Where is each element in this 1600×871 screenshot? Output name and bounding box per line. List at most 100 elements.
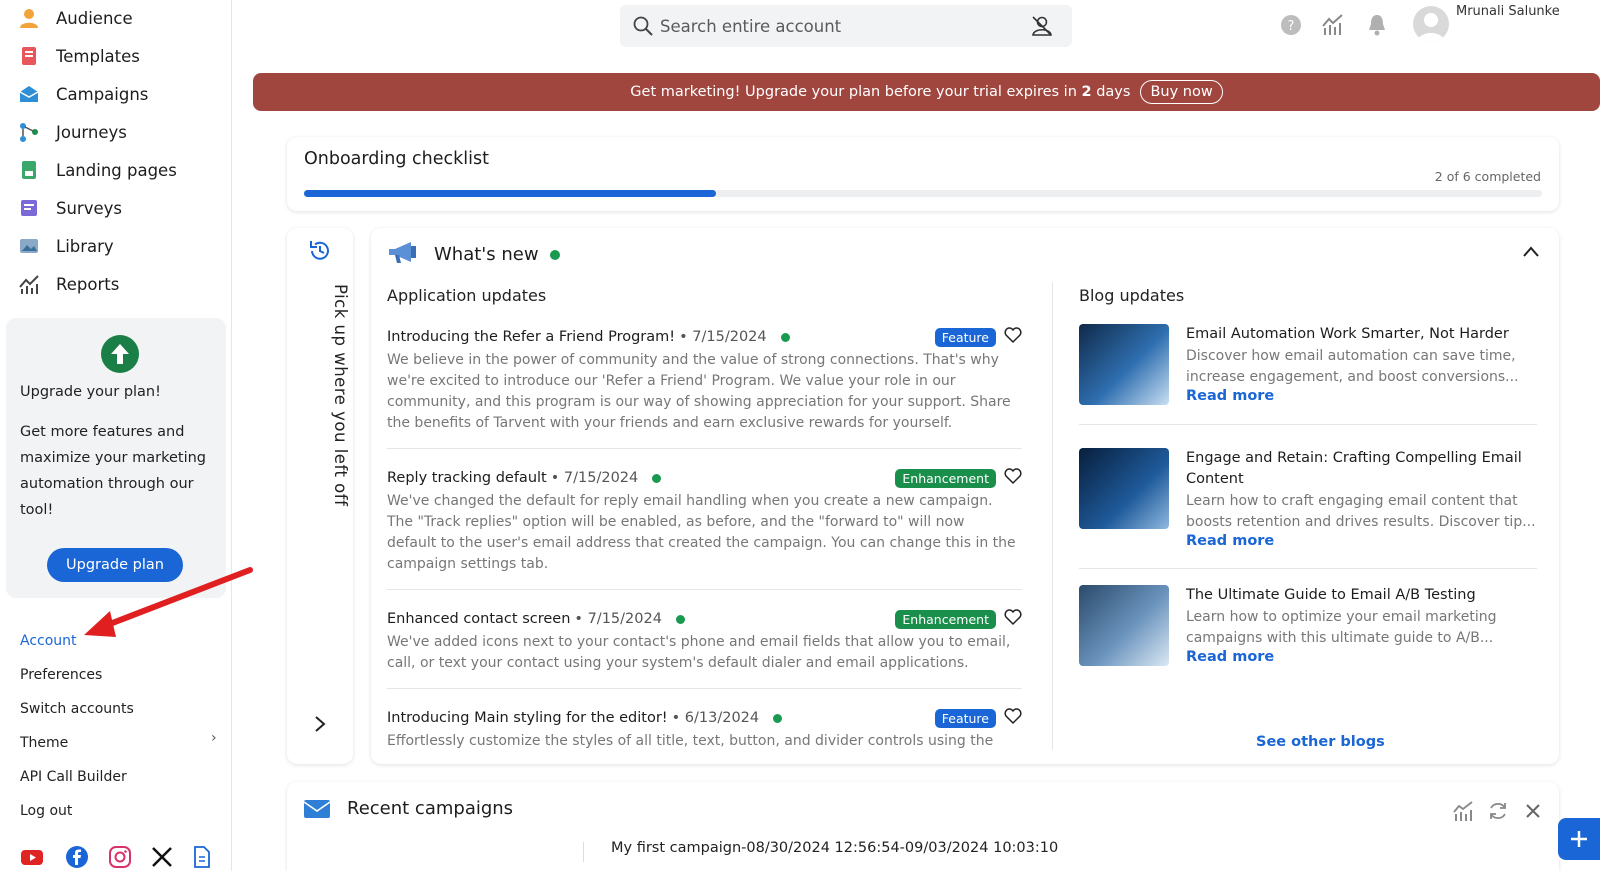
svg-text:?: ?	[1288, 19, 1295, 34]
sidebar-item-audience[interactable]: Audience	[18, 3, 133, 33]
recent-campaigns-panel: Recent campaigns My first campaign-08/30…	[287, 782, 1559, 871]
sidebar-item-surveys[interactable]: Surveys	[18, 193, 122, 223]
see-other-blogs-link[interactable]: See other blogs	[1256, 734, 1385, 750]
update-title: Reply tracking default	[387, 470, 547, 486]
new-indicator-dot	[652, 473, 662, 483]
divider	[1079, 568, 1537, 569]
chevron-up-icon[interactable]	[1521, 244, 1541, 264]
sidebar-item-label: Journeys	[56, 122, 127, 142]
menu-api-call-builder[interactable]: API Call Builder	[20, 769, 127, 785]
sidebar-item-journeys[interactable]: Journeys	[18, 117, 127, 147]
updates-list[interactable]: Introducing the Refer a Friend Program! …	[387, 320, 1022, 748]
sidebar-item-campaigns[interactable]: Campaigns	[18, 79, 148, 109]
blog-thumbnail[interactable]	[1079, 448, 1169, 529]
menu-preferences[interactable]: Preferences	[20, 667, 102, 683]
reports-icon	[18, 273, 40, 295]
heart-icon[interactable]	[1004, 707, 1022, 725]
upgrade-description: Get more features and maximize your mark…	[20, 424, 207, 518]
list-item[interactable]: Reply tracking default • 7/15/2024 Enhan…	[387, 461, 1022, 590]
update-date: 7/15/2024	[563, 470, 639, 486]
banner-days: 2	[1081, 84, 1092, 100]
sidebar-item-landing-pages[interactable]: Landing pages	[18, 155, 177, 185]
menu-switch-accounts[interactable]: Switch accounts	[20, 701, 134, 717]
templates-icon	[18, 45, 40, 67]
landing-pages-icon	[18, 159, 40, 181]
blog-thumbnail[interactable]	[1079, 585, 1169, 666]
campaign-item[interactable]: My first campaign-08/30/2024 12:56:54-09…	[611, 840, 1058, 856]
sidebar-item-label: Reports	[56, 274, 120, 294]
chevron-right-icon[interactable]	[311, 714, 329, 738]
blog-thumbnail[interactable]	[1079, 324, 1169, 405]
banner-text: Get marketing! Upgrade your plan before …	[630, 84, 1131, 100]
menu-account[interactable]: Account	[20, 633, 77, 649]
analytics-icon[interactable]	[1452, 800, 1474, 826]
buy-now-button[interactable]: Buy now	[1140, 80, 1223, 104]
list-item[interactable]: Introducing the Refer a Friend Program! …	[387, 320, 1022, 449]
user-name[interactable]: Mrunali Salunke	[1456, 4, 1560, 19]
megaphone-icon	[387, 240, 419, 270]
update-badge: Enhancement	[895, 610, 996, 629]
surveys-icon	[18, 197, 40, 219]
menu-log-out[interactable]: Log out	[20, 803, 72, 819]
menu-theme[interactable]: Theme	[20, 735, 68, 751]
onboarding-progress-bar	[304, 190, 1542, 197]
instagram-icon[interactable]	[108, 845, 132, 869]
sidebar-item-label: Library	[56, 236, 114, 256]
facebook-icon[interactable]	[65, 845, 89, 869]
close-icon[interactable]	[1523, 801, 1543, 825]
new-indicator-dot	[675, 614, 685, 624]
list-item[interactable]: Enhanced contact screen • 7/15/2024 Enha…	[387, 602, 1022, 689]
blog-title: Email Automation Work Smarter, Not Harde…	[1186, 326, 1509, 342]
blog-description: Learn how to optimize your email marketi…	[1186, 609, 1497, 646]
document-icon[interactable]	[190, 845, 214, 869]
pickup-label: Pick up where you left off	[331, 284, 350, 507]
sidebar-item-reports[interactable]: Reports	[18, 269, 119, 299]
recent-campaigns-title: Recent campaigns	[347, 798, 514, 819]
avatar[interactable]	[1413, 6, 1449, 42]
whats-new-panel: What's new Application updates Introduci…	[371, 228, 1559, 764]
update-badge: Feature	[934, 709, 996, 728]
heart-icon[interactable]	[1004, 467, 1022, 485]
onboarding-title: Onboarding checklist	[304, 149, 489, 169]
search-bar[interactable]: Search entire account	[620, 5, 1072, 47]
whats-new-title: What's new	[434, 244, 561, 265]
update-body: Effortlessly customize the styles of all…	[387, 733, 994, 748]
update-title: Introducing the Refer a Friend Program!	[387, 329, 676, 345]
read-more-link[interactable]: Read more	[1186, 533, 1274, 549]
read-more-link[interactable]: Read more	[1186, 649, 1274, 665]
search-input[interactable]: Search entire account	[660, 17, 841, 36]
library-icon	[18, 235, 40, 257]
onboarding-progress-fill	[304, 190, 717, 197]
sidebar-item-label: Audience	[56, 8, 133, 28]
annotation-arrow	[84, 567, 253, 637]
update-title: Introducing Main styling for the editor!	[387, 710, 668, 726]
heart-icon[interactable]	[1004, 326, 1022, 344]
refresh-icon[interactable]	[1487, 800, 1509, 826]
analytics-icon[interactable]	[1320, 12, 1346, 38]
audience-icon	[18, 7, 40, 29]
journeys-icon	[18, 121, 40, 143]
contact-filter-icon[interactable]	[1030, 14, 1054, 42]
sidebar-item-library[interactable]: Library	[18, 231, 114, 261]
x-icon[interactable]	[150, 845, 174, 869]
sidebar-item-label: Campaigns	[56, 84, 149, 104]
pickup-panel[interactable]: Pick up where you left off	[287, 228, 353, 764]
list-item[interactable]: Introducing Main styling for the editor!…	[387, 701, 1022, 748]
read-more-link[interactable]: Read more	[1186, 388, 1274, 404]
add-button[interactable]	[1558, 818, 1600, 860]
sidebar-item-templates[interactable]: Templates	[18, 41, 140, 71]
onboarding-checklist[interactable]: Onboarding checklist 2 of 6 completed	[287, 137, 1559, 211]
help-icon[interactable]: ?	[1278, 12, 1304, 38]
upgrade-card: Upgrade your plan! Get more features and…	[6, 318, 226, 598]
youtube-icon[interactable]	[20, 845, 44, 869]
blog-title: The Ultimate Guide to Email A/B Testing	[1186, 587, 1476, 603]
heart-icon[interactable]	[1004, 608, 1022, 626]
update-badge: Feature	[934, 328, 996, 347]
update-body: We've added icons next to your contact's…	[387, 634, 1011, 671]
notifications-bell-icon[interactable]	[1364, 12, 1390, 38]
update-body: We've changed the default for reply emai…	[387, 493, 1016, 572]
new-indicator-dot	[780, 332, 790, 342]
sidebar-item-label: Landing pages	[56, 160, 177, 180]
envelope-icon	[303, 798, 331, 824]
update-badge: Enhancement	[895, 469, 996, 488]
